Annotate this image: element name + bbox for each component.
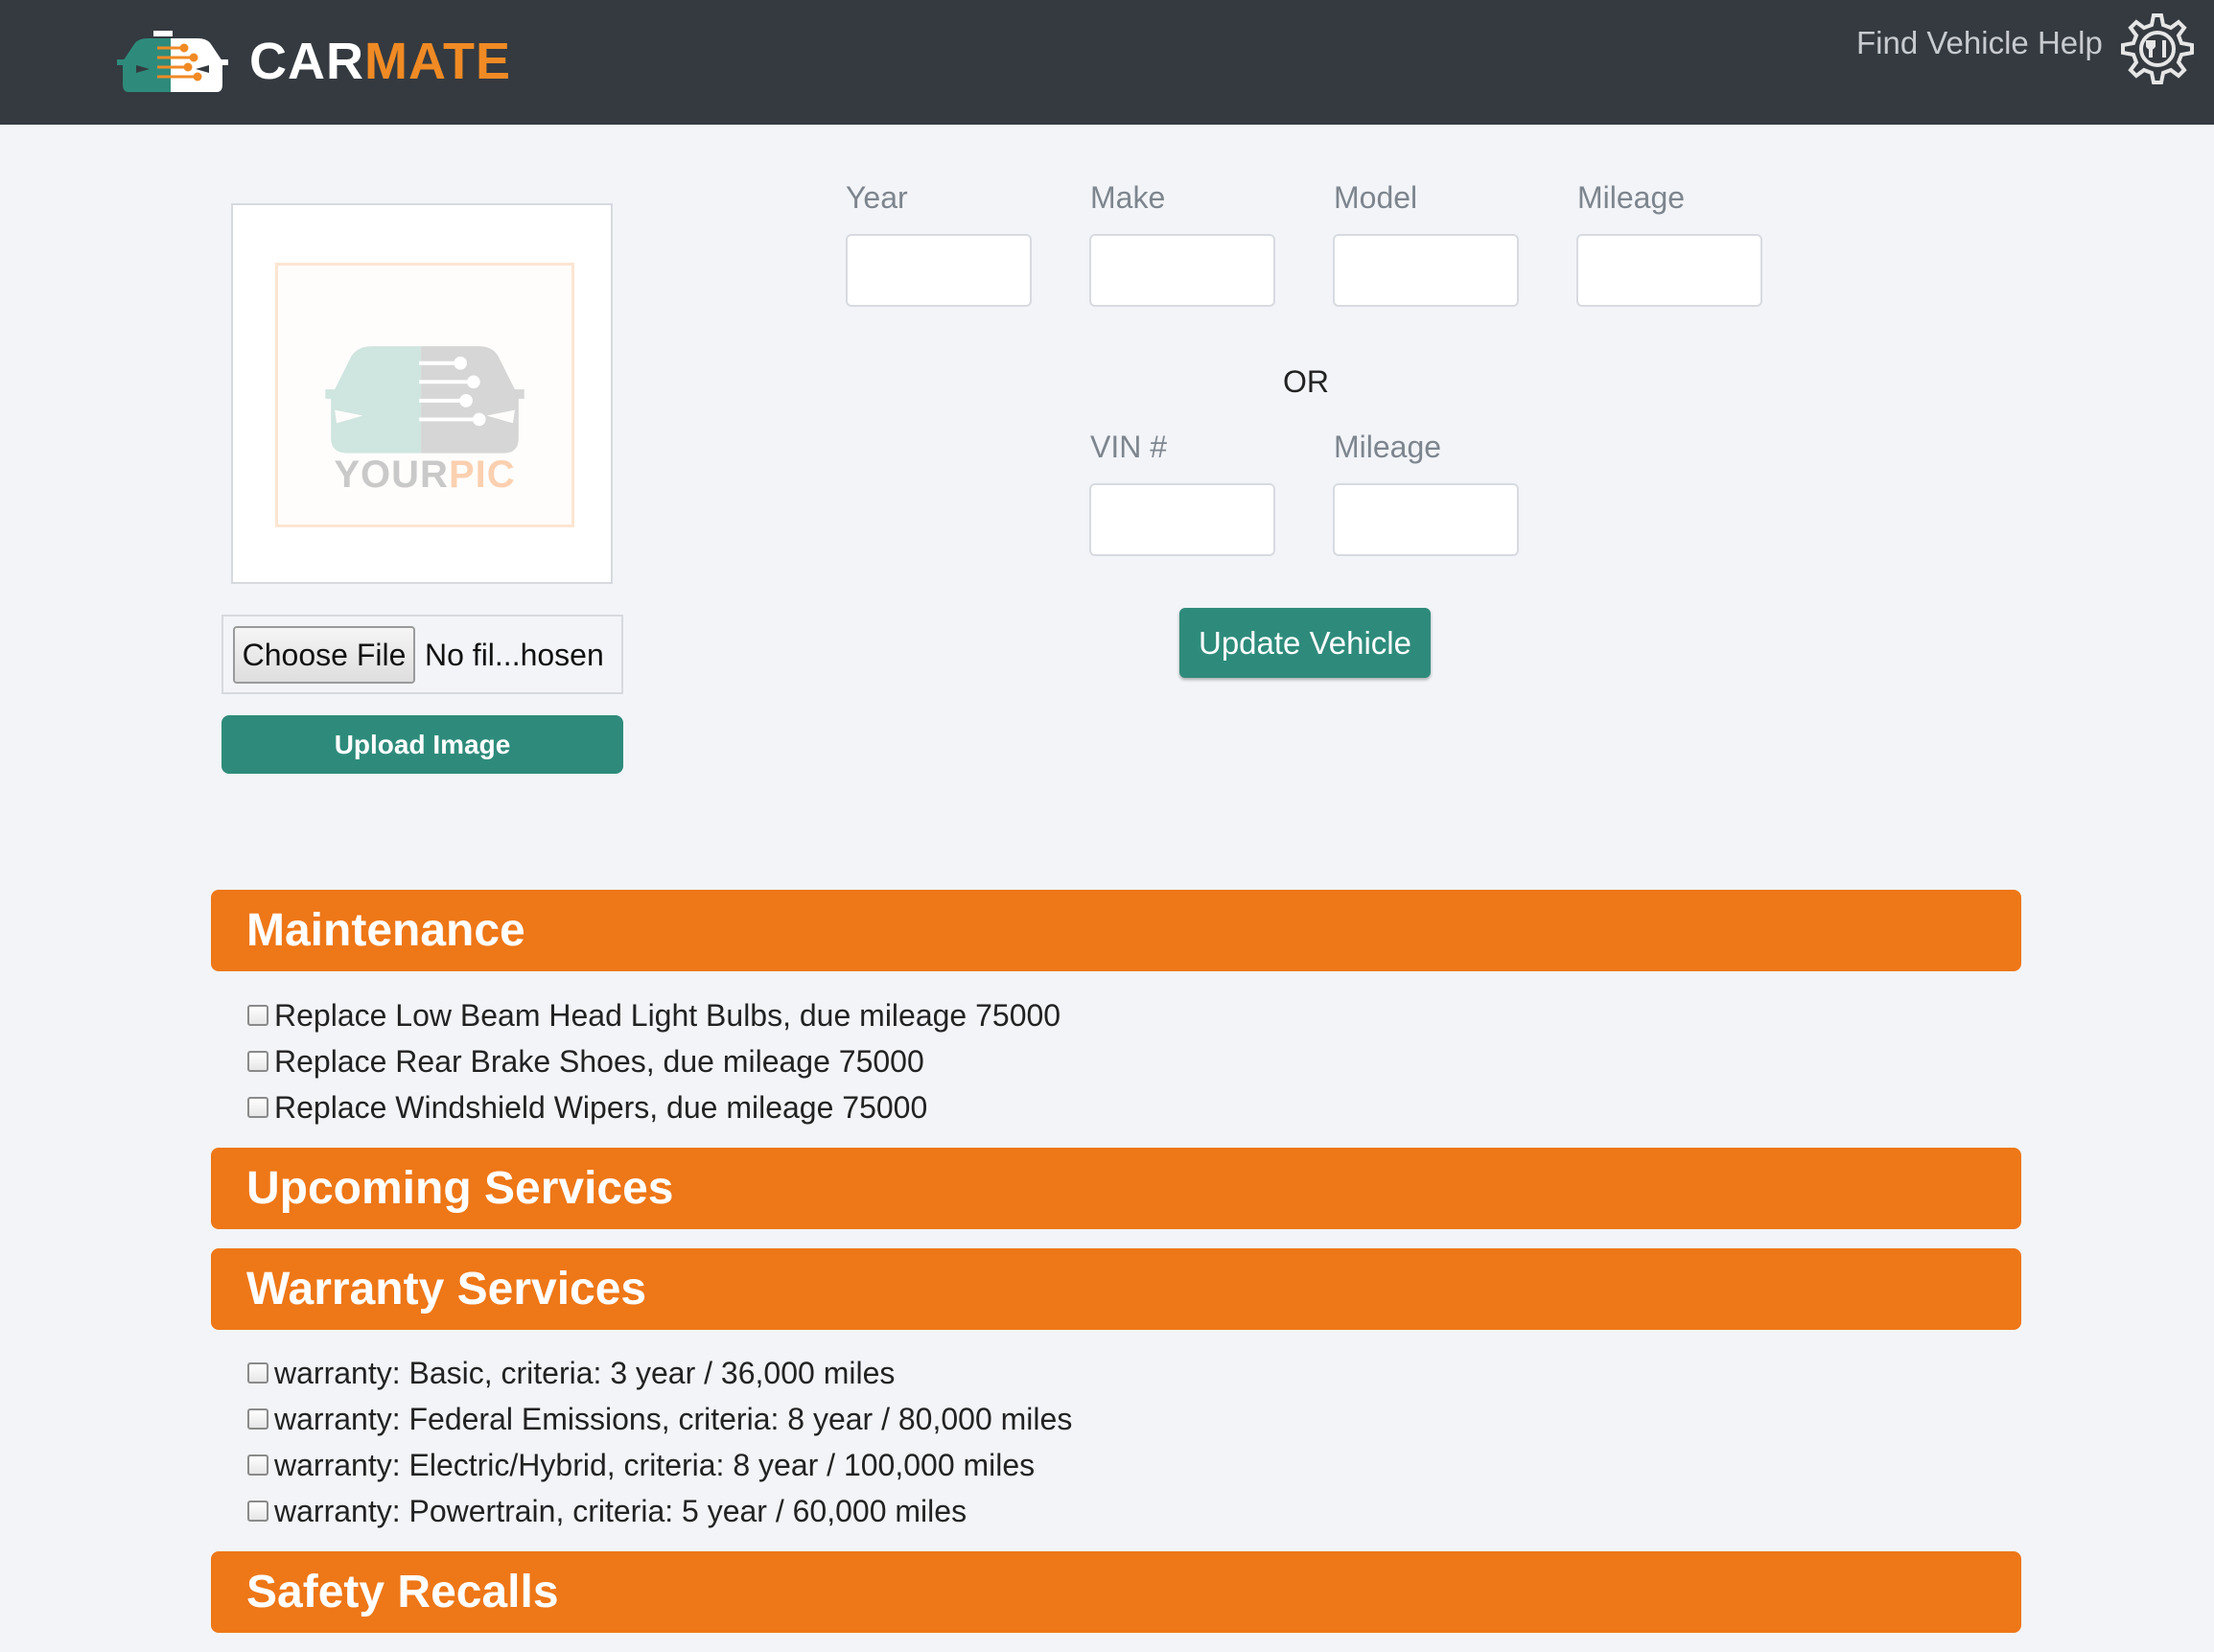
checkbox[interactable] [247, 1454, 268, 1476]
brand[interactable]: CARMATE [115, 17, 511, 105]
brand-name-part2: MATE [364, 33, 511, 90]
make-input[interactable] [1089, 234, 1275, 307]
checkbox[interactable] [247, 1501, 268, 1522]
warranty-item-label: warranty: Powertrain, criteria: 5 year /… [274, 1493, 967, 1528]
vin-mileage-label: Mileage [1334, 430, 1442, 464]
maintenance-item-label: Replace Rear Brake Shoes, due mileage 75… [274, 1043, 924, 1079]
settings-gear-icon[interactable] [2117, 12, 2198, 92]
checkbox[interactable] [247, 1362, 268, 1384]
placeholder-text-part1: YOUR [334, 454, 449, 496]
model-label: Model [1334, 180, 1418, 215]
update-vehicle-button[interactable]: Update Vehicle [1179, 608, 1431, 678]
maintenance-header[interactable]: Maintenance [211, 890, 2021, 971]
year-label: Year [846, 180, 908, 215]
safety-recalls-header[interactable]: Safety Recalls [211, 1551, 2021, 1633]
checkbox[interactable] [247, 1097, 268, 1118]
warranty-services-header[interactable]: Warranty Services [211, 1248, 2021, 1330]
find-vehicle-help-link[interactable]: Find Vehicle Help [1856, 25, 2103, 61]
vehicle-image-preview: YOURPIC [231, 203, 613, 584]
list-item: Replace Low Beam Head Light Bulbs, due m… [247, 993, 1060, 1037]
warranty-item-label: warranty: Federal Emissions, criteria: 8… [274, 1401, 1073, 1436]
maintenance-item-label: Replace Windshield Wipers, due mileage 7… [274, 1089, 928, 1125]
choose-file-button[interactable]: Choose File [233, 626, 415, 684]
brand-name-part1: CAR [249, 33, 364, 90]
list-item: Replace Rear Brake Shoes, due mileage 75… [247, 1039, 924, 1083]
model-input[interactable] [1333, 234, 1519, 307]
vin-label: VIN # [1090, 430, 1168, 464]
list-item: warranty: Electric/Hybrid, criteria: 8 y… [247, 1443, 1035, 1487]
placeholder-image: YOURPIC [275, 263, 574, 527]
list-item: Replace Windshield Wipers, due mileage 7… [247, 1085, 927, 1129]
placeholder-text: YOURPIC [278, 454, 571, 497]
file-input[interactable]: Choose File No fil...hosen [221, 615, 623, 694]
checkbox[interactable] [247, 1005, 268, 1026]
list-item: warranty: Powertrain, criteria: 5 year /… [247, 1489, 967, 1533]
placeholder-text-part2: PIC [448, 454, 516, 496]
list-item: warranty: Federal Emissions, criteria: 8… [247, 1397, 1072, 1441]
carmate-logo-icon [117, 31, 228, 92]
checkbox[interactable] [247, 1408, 268, 1430]
checkbox[interactable] [247, 1051, 268, 1072]
upload-image-button[interactable]: Upload Image [221, 715, 623, 774]
brand-name: CARMATE [249, 32, 511, 91]
year-input[interactable] [846, 234, 1032, 307]
vin-mileage-input[interactable] [1333, 483, 1519, 556]
mileage-input[interactable] [1576, 234, 1762, 307]
vin-input[interactable] [1089, 483, 1275, 556]
upcoming-services-header[interactable]: Upcoming Services [211, 1148, 2021, 1229]
file-status-text: No fil...hosen [425, 638, 604, 672]
make-label: Make [1090, 180, 1166, 215]
list-item: warranty: Basic, criteria: 3 year / 36,0… [247, 1351, 895, 1395]
or-separator: OR [1283, 364, 1329, 399]
top-navbar: CARMATE Find Vehicle Help [0, 0, 2214, 125]
warranty-item-label: warranty: Basic, criteria: 3 year / 36,0… [274, 1355, 896, 1390]
warranty-item-label: warranty: Electric/Hybrid, criteria: 8 y… [274, 1447, 1036, 1482]
maintenance-item-label: Replace Low Beam Head Light Bulbs, due m… [274, 997, 1061, 1033]
mileage-label: Mileage [1577, 180, 1686, 215]
